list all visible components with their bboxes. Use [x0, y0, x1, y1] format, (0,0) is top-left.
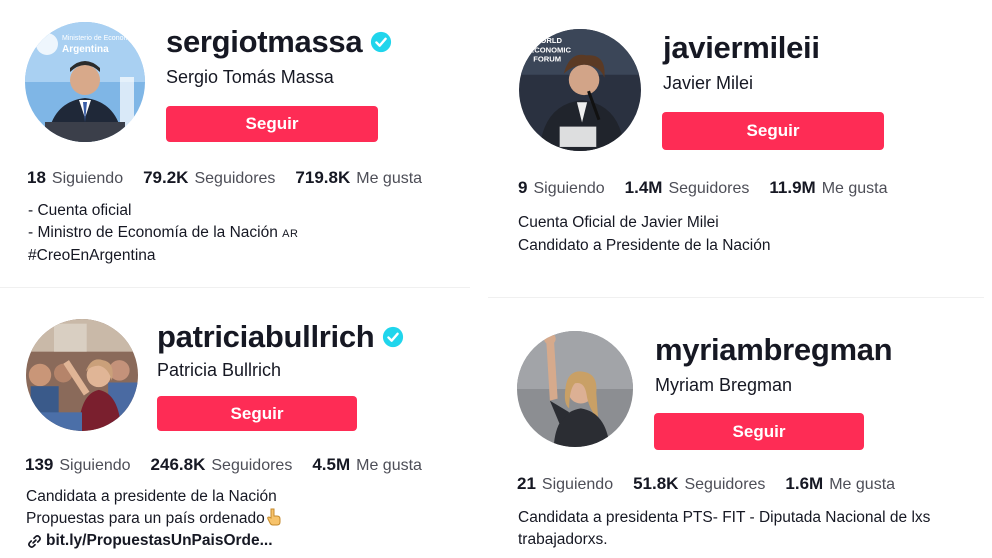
followers-count: 79.2K — [143, 168, 189, 187]
bio: Cuenta Oficial de Javier Milei Candidato… — [518, 211, 770, 257]
bio-line: Candidata a presidente de la Nación — [26, 488, 277, 505]
bio-line: Candidata a presidenta PTS- FIT - Diputa… — [518, 509, 931, 526]
following-label: Siguiendo — [59, 457, 131, 474]
display-name: Javier Milei — [663, 73, 754, 93]
avatar[interactable] — [26, 319, 138, 431]
avatar-image — [26, 319, 138, 431]
avatar-text-forum: FORUM — [533, 55, 561, 64]
follow-button[interactable]: Seguir — [166, 106, 378, 142]
following-label: Siguiendo — [541, 476, 614, 493]
profile-stats: 18 Siguiendo 79.2K Seguidores 719.8K Me … — [27, 168, 442, 188]
avatar-text-economic: ECONOMIC — [529, 45, 571, 54]
followers-count: 246.8K — [150, 455, 206, 474]
likes-count: 1.6M — [785, 474, 824, 493]
avatar-text-world: WORLD — [533, 36, 562, 45]
bio-line: - Ministro de Economía de la Nación — [28, 223, 278, 241]
avatar-image — [517, 331, 633, 447]
profile-card-patriciabullrich: patriciabullrich Patricia Bullrich Segui… — [0, 288, 480, 558]
avatar-image: WORLD ECONOMIC FORUM — [519, 29, 641, 151]
likes-label: Me gusta — [356, 170, 423, 187]
stat-likes: 1.6M Me gusta — [785, 474, 895, 494]
hashtag-link[interactable]: #CreoEnArgentina — [28, 245, 298, 267]
username[interactable]: sergiotmassa — [166, 24, 363, 60]
followers-label: Seguidores — [194, 170, 276, 187]
avatar[interactable]: WORLD ECONOMIC FORUM — [519, 29, 641, 151]
display-name: Myriam Bregman — [655, 375, 793, 395]
followers-label: Seguidores — [684, 476, 766, 493]
username[interactable]: patriciabullrich — [157, 319, 375, 355]
likes-label: Me gusta — [821, 180, 888, 197]
display-name: Sergio Tomás Massa — [166, 67, 334, 87]
username[interactable]: javiermileii — [663, 30, 820, 66]
avatar-text-country: Argentina — [62, 44, 109, 55]
likes-label: Me gusta — [829, 476, 896, 493]
stat-following[interactable]: 18 Siguiendo — [27, 168, 123, 188]
username-row: javiermileii — [663, 30, 820, 66]
username-row: sergiotmassa — [166, 24, 392, 60]
bio-line: Candidato a Presidente de la Nación — [518, 237, 771, 254]
bio-line: trabajadorxs. — [518, 530, 608, 548]
avatar-text-ministry: Ministerio de Economía — [62, 35, 135, 42]
profile-stats: 139 Siguiendo 246.8K Seguidores 4.5M Me … — [25, 455, 442, 475]
bio-link-text[interactable]: bit.ly/PropuestasUnPaisOrde... — [46, 532, 273, 550]
stat-following[interactable]: 9 Siguiendo — [518, 178, 605, 198]
followers-label: Seguidores — [211, 457, 293, 474]
verified-badge-icon — [382, 326, 404, 348]
bio-line: Cuenta Oficial de Javier Milei — [518, 214, 719, 231]
profile-card-sergiotmassa: Ministerio de Economía Argentina sergiot… — [0, 0, 480, 287]
avatar[interactable]: Ministerio de Economía Argentina — [25, 22, 145, 142]
follow-button[interactable]: Seguir — [157, 396, 357, 431]
likes-count: 11.9M — [769, 178, 816, 197]
bio-line-with-emoji: Propuestas para un país ordenado — [26, 508, 282, 530]
following-label: Siguiendo — [51, 170, 124, 187]
following-count: 9 — [518, 178, 528, 197]
following-label: Siguiendo — [533, 180, 605, 197]
pointing-down-hand-icon — [266, 508, 282, 526]
stat-following[interactable]: 139 Siguiendo — [25, 455, 131, 475]
username[interactable]: myriambregman — [655, 332, 893, 368]
stat-likes: 11.9M Me gusta — [769, 178, 887, 198]
followers-count: 1.4M — [624, 178, 663, 197]
avatar[interactable] — [517, 331, 633, 447]
link-icon — [27, 534, 42, 549]
follow-button[interactable]: Seguir — [662, 112, 884, 150]
likes-count: 719.8K — [295, 168, 351, 187]
verified-badge-icon — [370, 31, 392, 53]
avatar-image: Ministerio de Economía Argentina — [25, 22, 145, 142]
display-name: Patricia Bullrich — [157, 360, 282, 380]
bio-line-with-flag: - Ministro de Economía de la Nación AR — [28, 222, 298, 246]
flag-text: AR — [282, 227, 299, 240]
following-count: 139 — [25, 455, 54, 474]
stat-following[interactable]: 21 Siguiendo — [517, 474, 613, 494]
username-row: patriciabullrich — [157, 319, 404, 355]
following-count: 18 — [27, 168, 46, 187]
likes-label: Me gusta — [356, 457, 422, 474]
follow-button[interactable]: Seguir — [654, 413, 864, 450]
stat-likes: 4.5M Me gusta — [312, 455, 422, 475]
stat-followers[interactable]: 51.8K Seguidores — [633, 474, 765, 494]
bio-link[interactable]: bit.ly/PropuestasUnPaisOrde... — [27, 532, 273, 550]
stat-followers[interactable]: 79.2K Seguidores — [143, 168, 275, 188]
likes-count: 4.5M — [312, 455, 351, 474]
stat-followers[interactable]: 1.4M Seguidores — [625, 178, 750, 198]
username-row: myriambregman — [655, 332, 893, 368]
profile-card-myriambregman: myriambregman Myriam Bregman Seguir 21 S… — [490, 298, 992, 558]
stat-followers[interactable]: 246.8K Seguidores — [151, 455, 293, 475]
bio-line: Propuestas para un país ordenado — [26, 509, 265, 527]
bio: Candidata a presidenta PTS- FIT - Diputa… — [518, 507, 930, 550]
bio-line: - Cuenta oficial — [28, 202, 132, 219]
bio: Candidata a presidente de la Nación Prop… — [26, 486, 282, 529]
stat-likes: 719.8K Me gusta — [295, 168, 422, 188]
followers-label: Seguidores — [668, 180, 750, 197]
followers-count: 51.8K — [633, 474, 679, 493]
bio: - Cuenta oficial - Ministro de Economía … — [28, 200, 298, 267]
following-count: 21 — [517, 474, 536, 493]
profile-stats: 21 Siguiendo 51.8K Seguidores 1.6M Me gu… — [517, 474, 915, 494]
profile-card-javiermileii: WORLD ECONOMIC FORUM javiermileii Javier… — [490, 0, 992, 297]
profile-stats: 9 Siguiendo 1.4M Seguidores 11.9M Me gus… — [518, 178, 908, 198]
